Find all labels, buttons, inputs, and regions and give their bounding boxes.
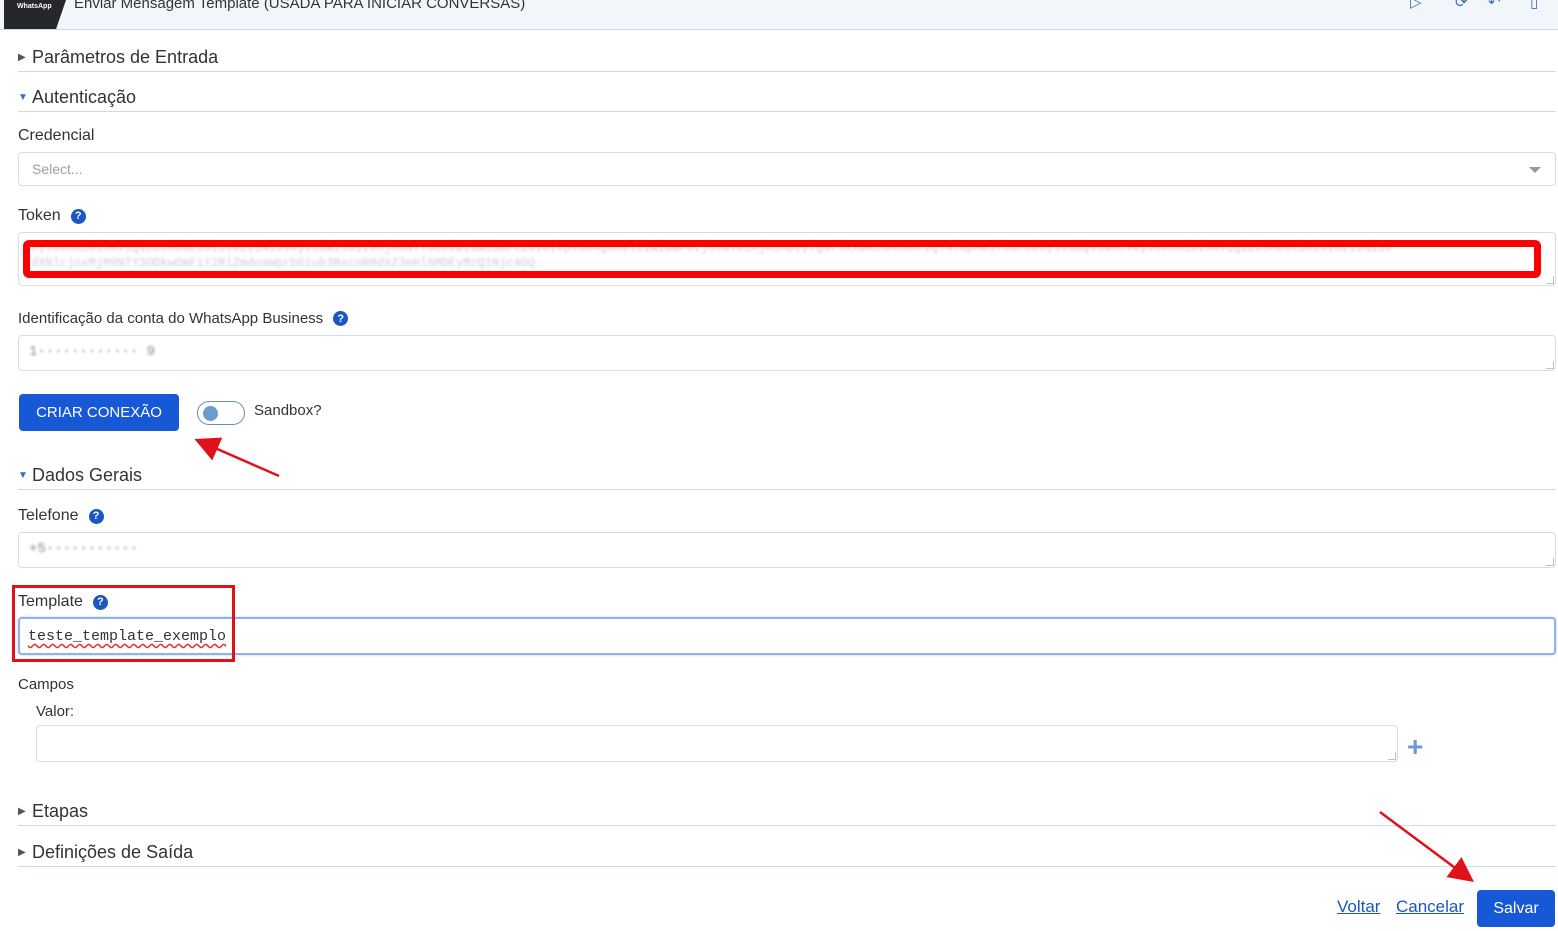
resize-handle[interactable] <box>1546 361 1554 369</box>
section-params-title: Parâmetros de Entrada <box>32 47 219 67</box>
caret-down-icon: ▼ <box>18 92 28 103</box>
value-label: Valor: <box>36 703 75 720</box>
phone-field[interactable]: +5··········· <box>18 532 1556 568</box>
credential-select[interactable]: Select... <box>18 152 1556 186</box>
waba-id-field[interactable]: 1············ 9 <box>18 335 1556 371</box>
caret-right-icon: ▶ <box>18 52 26 63</box>
toggle-knob <box>203 406 218 421</box>
cancel-link[interactable]: Cancelar <box>1396 897 1464 917</box>
waba-label: Identificação da conta do WhatsApp Busin… <box>18 310 349 327</box>
section-general-title: Dados Gerais <box>32 465 143 485</box>
chevron-down-icon <box>1529 167 1541 173</box>
resize-handle[interactable] <box>1388 752 1396 760</box>
caret-down-icon: ▼ <box>18 470 28 481</box>
section-steps-header[interactable]: ▶ Etapas <box>18 798 1556 826</box>
whatsapp-logo: WhatsApp <box>4 0 66 29</box>
window-header: WhatsApp Enviar Mensagem Template (USADA… <box>0 0 1558 30</box>
help-icon[interactable]: ? <box>333 311 349 326</box>
phone-label: Telefone ? <box>18 507 104 525</box>
resize-handle[interactable] <box>1546 276 1554 284</box>
help-icon[interactable]: ? <box>70 208 86 224</box>
plus-icon[interactable]: + <box>1407 731 1423 763</box>
token-label: Token ? <box>18 207 86 225</box>
undo-icon[interactable]: ↶ <box>1488 0 1501 11</box>
refresh-icon[interactable]: ⟳ <box>1455 0 1468 11</box>
delete-icon[interactable]: ▯ <box>1530 0 1538 11</box>
section-params-header[interactable]: ▶ Parâmetros de Entrada <box>18 44 1556 72</box>
template-field[interactable]: teste_template_exemplo <box>18 617 1556 655</box>
section-auth-header[interactable]: ▼ Autenticação <box>18 84 1556 112</box>
fields-label: Campos <box>18 676 74 693</box>
window-title: Enviar Mensagem Template (USADA PARA INI… <box>74 0 526 12</box>
resize-handle[interactable] <box>1546 558 1554 566</box>
section-output-title: Definições de Saída <box>32 842 194 862</box>
value-input[interactable] <box>36 725 1398 762</box>
annotation-highlight-box <box>12 585 235 662</box>
back-link[interactable]: Voltar <box>1337 897 1380 917</box>
redaction-box <box>23 240 1541 278</box>
save-button[interactable]: Salvar <box>1477 890 1555 927</box>
section-output-header[interactable]: ▶ Definições de Saída <box>18 839 1556 867</box>
create-connection-button[interactable]: CRIAR CONEXÃO <box>19 394 179 431</box>
play-icon[interactable]: ▷ <box>1410 0 1422 11</box>
section-auth-title: Autenticação <box>32 87 137 107</box>
credential-label: Credencial <box>18 127 95 144</box>
sandbox-toggle[interactable] <box>197 401 245 425</box>
phone-value: +5··········· <box>29 541 139 557</box>
section-steps-title: Etapas <box>32 801 89 821</box>
sandbox-label: Sandbox? <box>254 402 322 419</box>
section-general-header[interactable]: ▼ Dados Gerais <box>18 462 1556 490</box>
help-icon[interactable]: ? <box>88 508 104 524</box>
caret-right-icon: ▶ <box>18 847 26 858</box>
waba-id-value: 1············ 9 <box>29 344 156 360</box>
caret-right-icon: ▶ <box>18 806 26 817</box>
credential-placeholder: Select... <box>32 161 83 177</box>
